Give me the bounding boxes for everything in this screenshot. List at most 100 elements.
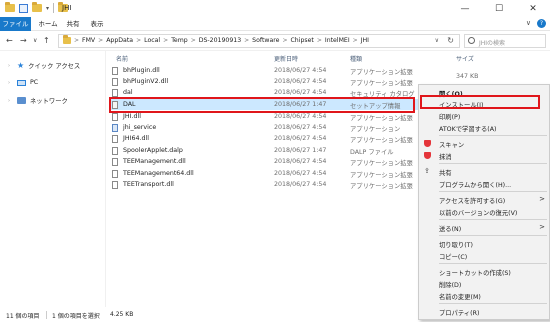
dll-file-icon [112,181,118,189]
file-icon [112,147,118,155]
new-folder-icon[interactable] [32,2,42,12]
sidebar-item-label: PC [30,79,39,86]
expand-icon[interactable]: › [8,98,13,104]
expand-icon[interactable]: › [8,63,13,69]
crumb-chipset[interactable]: Chipset [290,37,313,44]
highlight-box-dal-row [109,97,415,113]
menu-item-cut[interactable]: 切り取り(T) [419,238,550,249]
computer-icon [17,79,26,86]
sidebar-item-quick-access[interactable]: › ★ クイック アクセス [8,61,80,70]
divider [439,303,547,304]
menu-item-shred[interactable]: 抹消 [419,150,550,161]
refresh-icon[interactable]: ↻ [447,36,454,45]
menu-item-properties[interactable]: プロパティ(R) [419,306,550,317]
menu-item-share[interactable]: ⇪ 共有 [419,166,550,178]
table-row[interactable]: bhPluginV2.dll 2018/06/27 4:54 アプリケーション拡… [110,76,426,87]
menu-item-scan[interactable]: スキャン [419,138,550,149]
sidebar-item-pc[interactable]: › PC [8,79,38,86]
crumb-ds[interactable]: DS-20190913 [199,37,241,44]
crumb-software[interactable]: Software [252,37,279,44]
item-count: 11 個の項目 [6,313,40,320]
expand-icon[interactable]: › [8,80,13,86]
selection-count: 1 個の項目を選択 [52,313,100,320]
table-row[interactable]: TEETransport.dll 2018/06/27 4:54 アプリケーショ… [110,179,426,190]
table-row[interactable]: JHI64.dll 2018/06/27 4:54 アプリケーション拡張 [110,133,426,144]
window-title: JHI [62,4,72,12]
menu-item-open-with[interactable]: プログラムから開く(H)... [419,178,550,189]
table-row[interactable]: TEEManagement.dll 2018/06/27 4:54 アプリケーシ… [110,156,426,167]
table-row[interactable]: SpoolerApplet.dalp 2018/06/27 1:47 DALP … [110,145,426,156]
dll-file-icon [112,135,118,143]
dll-file-icon [112,170,118,178]
share-icon: ⇪ [424,167,430,175]
menu-item-delete[interactable]: 削除(D) [419,278,550,289]
ribbon-collapse-icon[interactable]: ∨ [526,19,531,28]
column-headers: 名前 更新日時 種類 サイズ [106,51,550,65]
shield-icon [424,152,431,159]
menu-item-create-shortcut[interactable]: ショートカットの作成(S) [419,266,550,277]
menu-item-rename[interactable]: 名前の変更(M) [419,290,550,301]
dll-file-icon [112,67,118,75]
table-row[interactable]: jhi_service 2018/06/27 4:54 アプリケーション [110,122,426,133]
dll-file-icon [112,158,118,166]
column-size[interactable]: サイズ [456,54,474,63]
selection-size: 4.25 KB [110,311,134,318]
close-button[interactable]: ✕ [516,0,550,17]
up-button[interactable]: ↑ [43,36,50,45]
tab-view[interactable]: 表示 [89,17,105,31]
maximize-button[interactable]: ☐ [482,0,516,17]
divider [53,3,55,13]
folder-icon [5,2,15,12]
properties-icon[interactable] [19,3,28,13]
divider [439,263,547,264]
crumb-intelmei[interactable]: IntelMEI [325,37,350,44]
table-row[interactable]: TEEManagement64.dll 2018/06/27 4:54 アプリケ… [110,168,426,179]
column-date[interactable]: 更新日時 [274,54,298,63]
menu-item-give-access[interactable]: アクセスを許可する(G) > [419,194,550,205]
table-row[interactable]: bhPlugin.dll 2018/06/27 4:54 アプリケーション拡張 [110,65,426,76]
address-bar-row: ← → ∨ ↑ > FMV > AppData > Local > Temp >… [0,31,550,51]
crumb-local[interactable]: Local [144,37,160,44]
back-button[interactable]: ← [6,36,13,45]
shield-icon [424,140,431,147]
breadcrumb: > FMV > AppData > Local > Temp > DS-2019… [63,35,369,44]
dll-file-icon [112,78,118,86]
tab-share[interactable]: 共有 [65,17,81,31]
menu-item-restore-previous[interactable]: 以前のバージョンの復元(V) [419,206,550,217]
crumb-fmv[interactable]: FMV [82,37,95,44]
catalog-file-icon [112,89,118,97]
recent-locations-icon[interactable]: ∨ [33,37,37,44]
sidebar-item-label: クイック アクセス [28,63,81,70]
submenu-arrow-icon: > [539,223,545,231]
forward-button[interactable]: → [20,36,27,45]
address-dropdown-icon[interactable]: ∨ [435,37,439,44]
column-type[interactable]: 種類 [350,54,362,63]
submenu-arrow-icon: > [539,195,545,203]
address-field[interactable]: > FMV > AppData > Local > Temp > DS-2019… [58,34,460,48]
file-size: 347 KB [456,73,479,80]
menu-item-send-to[interactable]: 送る(N) > [419,222,550,233]
tab-home[interactable]: ホーム [37,17,59,31]
crumb-appdata[interactable]: AppData [106,37,133,44]
crumb-jhi[interactable]: JHI [361,37,369,44]
crumb-temp[interactable]: Temp [171,37,188,44]
column-name[interactable]: 名前 [116,54,128,63]
divider [46,311,47,319]
menu-item-atok-learn[interactable]: ATOKで学習する(A) [419,122,550,133]
help-icon[interactable]: ? [537,19,546,28]
menu-item-print[interactable]: 印刷(P) [419,110,550,121]
tab-file[interactable]: ファイル [0,17,31,31]
sidebar-item-label: ネットワーク [30,98,68,105]
ribbon: ファイル ホーム 共有 表示 ∨ ? [0,17,550,31]
dll-file-icon [112,113,118,121]
quick-access-dropdown-icon[interactable]: ▾ [46,5,49,12]
divider [439,235,547,236]
search-placeholder: JHIの検索 [479,40,506,47]
minimize-button[interactable]: — [448,0,482,17]
star-icon: ★ [17,61,25,70]
navigation-pane: › ★ クイック アクセス › PC › ネットワーク [0,51,106,307]
search-input[interactable]: JHIの検索 [464,34,546,48]
menu-item-copy[interactable]: コピー(C) [419,250,550,261]
sidebar-item-network[interactable]: › ネットワーク [8,96,68,105]
folder-icon [63,35,71,44]
